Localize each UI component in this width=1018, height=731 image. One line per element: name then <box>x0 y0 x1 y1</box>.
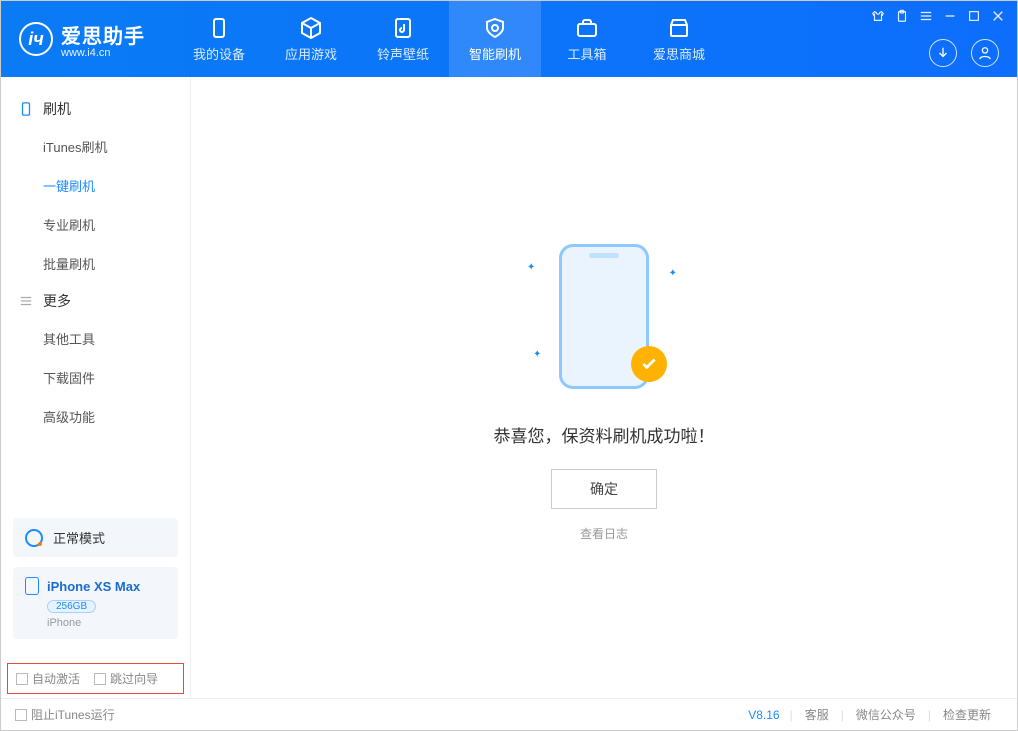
section-title: 更多 <box>43 291 71 311</box>
window-controls <box>871 9 1005 23</box>
checkbox-label: 自动激活 <box>32 672 80 686</box>
clipboard-icon[interactable] <box>895 9 909 23</box>
close-icon[interactable] <box>991 9 1005 23</box>
sidebar-item-itunes-flash[interactable]: iTunes刷机 <box>1 127 190 166</box>
tab-label: 应用游戏 <box>285 44 337 63</box>
sidebar-item-pro-flash[interactable]: 专业刷机 <box>1 205 190 244</box>
tab-label: 我的设备 <box>193 44 245 63</box>
tab-smart-flash[interactable]: 智能刷机 <box>449 1 541 77</box>
minimize-icon[interactable] <box>943 9 957 23</box>
sparkle-icon: ✦ <box>533 349 541 360</box>
checkbox-block-itunes[interactable]: 阻止iTunes运行 <box>15 706 115 723</box>
tab-label: 爱思商城 <box>653 44 705 63</box>
sidebar-item-other-tools[interactable]: 其他工具 <box>1 319 190 358</box>
app-domain: www.i4.cn <box>61 47 145 59</box>
footer-link-support[interactable]: 客服 <box>805 706 829 723</box>
download-button[interactable] <box>929 39 957 67</box>
sidebar-section-flash: 刷机 <box>1 91 190 127</box>
ok-button[interactable]: 确定 <box>551 469 657 509</box>
nav-tabs: 我的设备 应用游戏 铃声壁纸 智能刷机 工具箱 爱思商城 <box>173 1 725 77</box>
checkbox-label: 跳过向导 <box>110 672 158 686</box>
tab-label: 铃声壁纸 <box>377 44 429 63</box>
tab-my-device[interactable]: 我的设备 <box>173 1 265 77</box>
menu-icon[interactable] <box>919 9 933 23</box>
maximize-icon[interactable] <box>967 9 981 23</box>
footer-link-wechat[interactable]: 微信公众号 <box>856 706 916 723</box>
user-icon <box>978 46 992 60</box>
options-row: 自动激活 跳过向导 <box>7 663 184 694</box>
sidebar-item-one-click-flash[interactable]: 一键刷机 <box>1 166 190 205</box>
list-icon <box>19 294 33 308</box>
view-log-link[interactable]: 查看日志 <box>580 525 628 542</box>
main-content: ✦ ✦ ✦ 恭喜您，保资料刷机成功啦！ 确定 查看日志 <box>191 77 1017 698</box>
tshirt-icon[interactable] <box>871 9 885 23</box>
tab-label: 智能刷机 <box>469 44 521 63</box>
logo-icon: iч <box>19 22 53 56</box>
toolbox-icon <box>575 16 599 40</box>
sidebar-item-batch-flash[interactable]: 批量刷机 <box>1 244 190 283</box>
device-type: iPhone <box>47 617 166 629</box>
tab-toolbox[interactable]: 工具箱 <box>541 1 633 77</box>
success-illustration: ✦ ✦ ✦ <box>519 234 689 404</box>
sidebar-item-advanced[interactable]: 高级功能 <box>1 397 190 436</box>
tab-ringtones-wallpapers[interactable]: 铃声壁纸 <box>357 1 449 77</box>
refresh-shield-icon <box>483 16 507 40</box>
footer-bar: 阻止iTunes运行 V8.16 | 客服 | 微信公众号 | 检查更新 <box>1 698 1017 730</box>
sidebar: 刷机 iTunes刷机 一键刷机 专业刷机 批量刷机 更多 其他工具 下载固件 … <box>1 77 191 698</box>
mode-box[interactable]: 正常模式 <box>13 518 178 557</box>
tab-label: 工具箱 <box>567 44 606 63</box>
profile-button[interactable] <box>971 39 999 67</box>
logo: iч 爱思助手 www.i4.cn <box>1 20 163 59</box>
checkbox-label: 阻止iTunes运行 <box>31 708 115 722</box>
section-title: 刷机 <box>43 99 71 119</box>
device-box[interactable]: iPhone XS Max 256GB iPhone <box>13 567 178 639</box>
phone-icon <box>19 102 33 116</box>
device-capacity: 256GB <box>47 600 96 613</box>
cube-icon <box>299 16 323 40</box>
success-message: 恭喜您，保资料刷机成功啦！ <box>494 422 715 447</box>
device-name: iPhone XS Max <box>47 579 140 594</box>
music-file-icon <box>391 16 415 40</box>
app-name: 爱思助手 <box>61 20 145 49</box>
device-icon <box>25 577 39 595</box>
checkbox-auto-activate[interactable]: 自动激活 <box>16 670 80 687</box>
sparkle-icon: ✦ <box>527 262 535 273</box>
sidebar-section-more: 更多 <box>1 283 190 319</box>
footer-link-check-update[interactable]: 检查更新 <box>943 706 991 723</box>
tab-store[interactable]: 爱思商城 <box>633 1 725 77</box>
sidebar-item-download-firmware[interactable]: 下载固件 <box>1 358 190 397</box>
checkbox-skip-guide[interactable]: 跳过向导 <box>94 670 158 687</box>
store-icon <box>667 16 691 40</box>
check-badge-icon <box>631 346 667 382</box>
download-icon <box>936 46 950 60</box>
mode-icon <box>25 529 43 547</box>
header-bar: iч 爱思助手 www.i4.cn 我的设备 应用游戏 铃声壁纸 智能刷机 工具… <box>1 1 1017 77</box>
sparkle-icon: ✦ <box>669 268 677 279</box>
tab-apps-games[interactable]: 应用游戏 <box>265 1 357 77</box>
device-icon <box>207 16 231 40</box>
version-label: V8.16 <box>748 708 779 722</box>
header-action-buttons <box>929 39 999 67</box>
mode-label: 正常模式 <box>53 528 105 547</box>
